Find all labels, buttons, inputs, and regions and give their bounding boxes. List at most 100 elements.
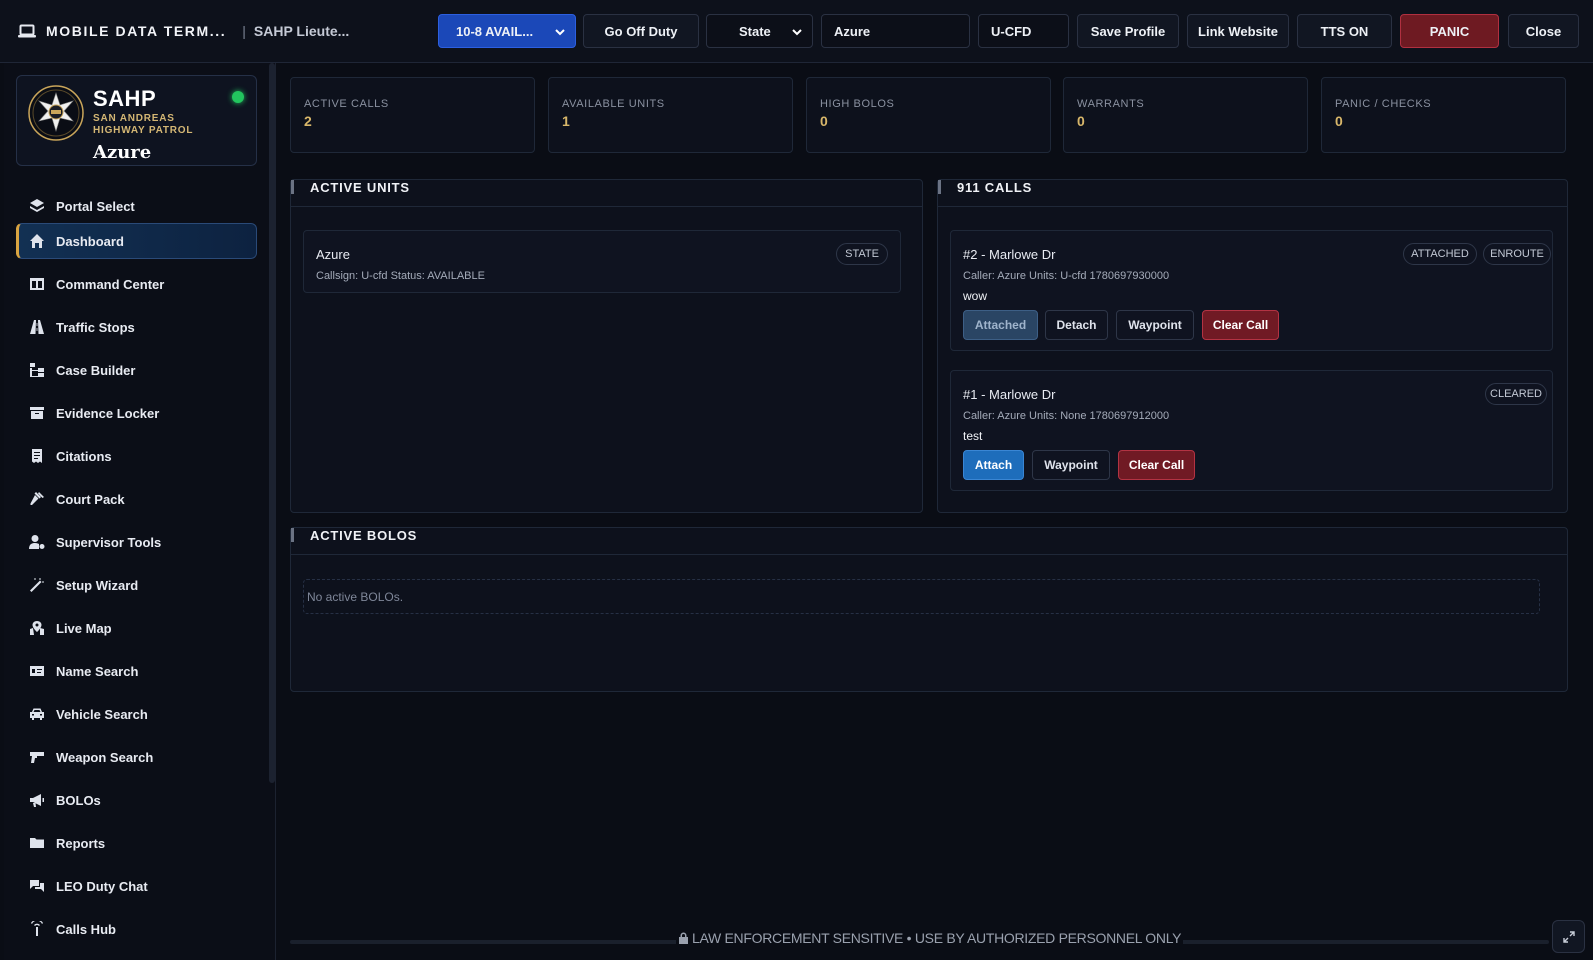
- stat-card-active-calls: ACTIVE CALLS 2: [290, 77, 535, 153]
- call-title: #2 - Marlowe Dr: [963, 247, 1056, 262]
- sidebar-item-name-search[interactable]: Name Search: [16, 653, 257, 689]
- sidebar-item-label: Name Search: [56, 663, 139, 679]
- sidebar-item-label: Vehicle Search: [56, 706, 148, 722]
- sidebar-item-label: Evidence Locker: [56, 405, 160, 421]
- close-button[interactable]: Close: [1508, 14, 1579, 48]
- unit-meta: Callsign: U-cfd Status: AVAILABLE: [316, 270, 485, 282]
- unit-card[interactable]: Azure Callsign: U-cfd Status: AVAILABLE …: [303, 230, 901, 293]
- call-title: #1 - Marlowe Dr: [963, 387, 1056, 402]
- stat-card-panic-checks: PANIC / CHECKS 0: [1321, 77, 1566, 153]
- title-separator: |: [242, 23, 246, 39]
- security-notice-text: LAW ENFORCEMENT SENSITIVE • USE BY AUTHO…: [692, 930, 1182, 946]
- sidebar-item-label: BOLOs: [56, 792, 101, 808]
- sidebar-item-case-builder[interactable]: Case Builder: [16, 352, 257, 388]
- sidebar-item-label: Traffic Stops: [56, 319, 135, 335]
- sidebar-scrollbar[interactable]: [269, 63, 275, 783]
- waypoint-button[interactable]: Waypoint: [1116, 310, 1194, 340]
- sidebar-item-dashboard[interactable]: Dashboard: [16, 223, 257, 259]
- sidebar: SAHP SAN ANDREAS HIGHWAY PATROL Azure Po…: [4, 63, 276, 960]
- stat-card-available-units: AVAILABLE UNITS 1: [548, 77, 793, 153]
- resize-handle[interactable]: [1552, 920, 1585, 953]
- officer-name-input[interactable]: [821, 14, 970, 48]
- panel-accent-bar: [291, 528, 294, 542]
- expand-icon: [1562, 930, 1575, 943]
- sidebar-item-bolos[interactable]: BOLOs: [16, 782, 257, 818]
- sidebar-item-leo-duty-chat[interactable]: LEO Duty Chat: [16, 868, 257, 904]
- sidebar-item-weapon-search[interactable]: Weapon Search: [16, 739, 257, 775]
- stat-label: HIGH BOLOS: [820, 98, 895, 110]
- stat-value: 2: [304, 113, 312, 129]
- stat-label: ACTIVE CALLS: [304, 98, 389, 110]
- call-meta: Caller: Azure Units: None 1780697912000: [963, 410, 1170, 422]
- user-rank-subtitle: SAHP Lieute...: [253, 23, 350, 39]
- folder-icon: [28, 834, 46, 852]
- go-off-duty-button[interactable]: Go Off Duty: [583, 14, 699, 48]
- tts-toggle-button[interactable]: TTS ON: [1297, 14, 1392, 48]
- sidebar-item-traffic-stops[interactable]: Traffic Stops: [16, 309, 257, 345]
- map-pin-icon: [28, 619, 46, 637]
- stat-value: 0: [1335, 113, 1343, 129]
- panic-button[interactable]: PANIC: [1400, 14, 1499, 48]
- laptop-icon: [18, 24, 36, 38]
- chevron-down-icon: [792, 29, 802, 36]
- sidebar-item-label: Portal Select: [56, 198, 135, 214]
- sidebar-item-live-map[interactable]: Live Map: [16, 610, 257, 646]
- sidebar-item-reports[interactable]: Reports: [16, 825, 257, 861]
- org-abbreviation: SAHP: [93, 86, 157, 111]
- department-select-value: State: [739, 23, 771, 39]
- panel-title: 911 CALLS: [957, 180, 1033, 195]
- archive-icon: [28, 404, 46, 422]
- stat-card-warrants: WARRANTS 0: [1063, 77, 1308, 153]
- calls-panel: 911 CALLS #2 - Marlowe Dr Caller: Azure …: [937, 179, 1568, 513]
- active-bolos-panel: ACTIVE BOLOS No active BOLOs.: [290, 527, 1568, 692]
- clear-call-button[interactable]: Clear Call: [1202, 310, 1279, 340]
- waypoint-button[interactable]: Waypoint: [1032, 450, 1110, 480]
- sidebar-item-court-pack[interactable]: Court Pack: [16, 481, 257, 517]
- department-select[interactable]: State: [706, 14, 813, 48]
- status-select-value: 10-8 AVAIL...: [456, 23, 534, 39]
- sidebar-item-label: Citations: [56, 448, 112, 464]
- sidebar-item-citations[interactable]: Citations: [16, 438, 257, 474]
- sidebar-item-portal-select[interactable]: Portal Select: [16, 188, 257, 224]
- sidebar-item-evidence-locker[interactable]: Evidence Locker: [16, 395, 257, 431]
- stat-card-high-bolos: HIGH BOLOS 0: [806, 77, 1051, 153]
- attached-button[interactable]: Attached: [963, 310, 1038, 340]
- status-select[interactable]: 10-8 AVAIL...: [438, 14, 576, 48]
- online-status-indicator: [232, 91, 244, 103]
- stat-value: 1: [562, 113, 570, 129]
- call-status-badge: ATTACHED: [1403, 243, 1477, 265]
- call-card: #2 - Marlowe Dr Caller: Azure Units: U-c…: [950, 230, 1553, 351]
- sidebar-item-label: Setup Wizard: [56, 577, 139, 593]
- road-icon: [28, 318, 46, 336]
- sidebar-item-label: Command Center: [56, 276, 165, 292]
- sidebar-item-calls-hub[interactable]: Calls Hub: [16, 911, 257, 947]
- detach-button[interactable]: Detach: [1045, 310, 1108, 340]
- panel-header: 911 CALLS: [938, 180, 1567, 207]
- link-website-button[interactable]: Link Website: [1187, 14, 1289, 48]
- call-meta: Caller: Azure Units: U-cfd 1780697930000: [963, 270, 1170, 282]
- comments-icon: [28, 877, 46, 895]
- stat-label: PANIC / CHECKS: [1335, 98, 1432, 110]
- callsign-input[interactable]: [978, 14, 1069, 48]
- sidebar-item-label: Supervisor Tools: [56, 534, 162, 550]
- sidebar-item-vehicle-search[interactable]: Vehicle Search: [16, 696, 257, 732]
- stat-label: AVAILABLE UNITS: [562, 98, 665, 110]
- megaphone-icon: [28, 791, 46, 809]
- sidebar-item-setup-wizard[interactable]: Setup Wizard: [16, 567, 257, 603]
- attach-button[interactable]: Attach: [963, 450, 1024, 480]
- app-title: MOBILE DATA TERM...: [46, 23, 227, 39]
- receipt-icon: [28, 447, 46, 465]
- panel-header: ACTIVE UNITS: [291, 180, 922, 207]
- sidebar-item-supervisor-tools[interactable]: Supervisor Tools: [16, 524, 257, 560]
- layers-icon: [28, 197, 46, 215]
- panel-title: ACTIVE UNITS: [310, 180, 410, 195]
- tower-icon: [28, 920, 46, 938]
- sidebar-item-command-center[interactable]: Command Center: [16, 266, 257, 302]
- call-description: test: [963, 429, 983, 443]
- save-profile-button[interactable]: Save Profile: [1077, 14, 1179, 48]
- clear-call-button[interactable]: Clear Call: [1118, 450, 1195, 480]
- home-icon: [28, 232, 46, 250]
- sidebar-item-label: Weapon Search: [56, 749, 154, 765]
- lock-icon: [679, 932, 688, 944]
- car-icon: [28, 705, 46, 723]
